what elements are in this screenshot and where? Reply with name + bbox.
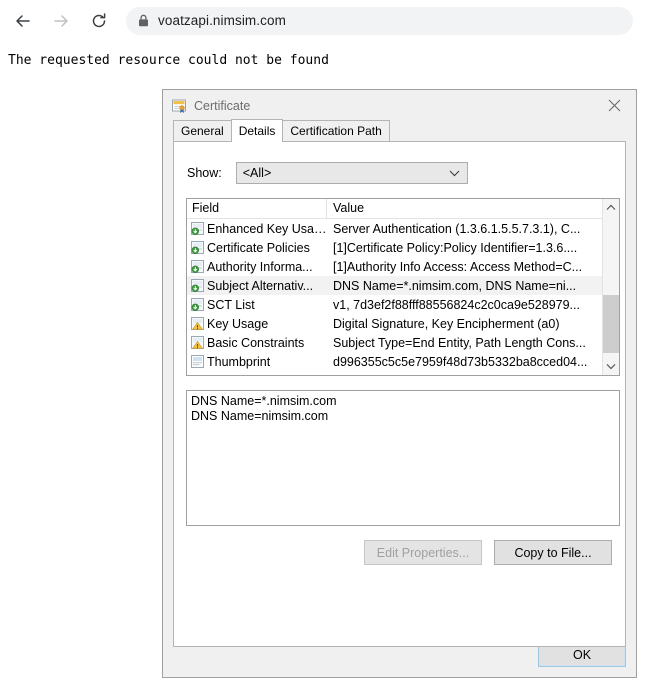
table-row[interactable]: Subject Alternativ... DNS Name=*.nimsim.c… <box>187 276 619 295</box>
show-select[interactable]: <All> <box>235 162 468 184</box>
dialog-title: Certificate <box>194 98 251 113</box>
chevron-down-icon[interactable] <box>603 358 619 375</box>
extension-icon <box>191 241 204 254</box>
row-field-label: Thumbprint <box>207 354 271 369</box>
column-header-value: Value <box>333 201 365 215</box>
row-field-cell: Subject Alternativ... <box>187 279 327 293</box>
table-row[interactable]: Basic Constraints Subject Type=End Entity… <box>187 333 619 352</box>
browser-toolbar: voatzapi.nimsim.com <box>0 0 647 42</box>
row-field-label: Subject Alternativ... <box>207 278 314 293</box>
row-field-cell: Thumbprint <box>187 355 327 369</box>
address-bar[interactable]: voatzapi.nimsim.com <box>126 6 633 35</box>
list-rows: Enhanced Key Usage Server Authentication … <box>187 219 619 371</box>
row-field-cell: Basic Constraints <box>187 336 327 350</box>
row-value-cell: Digital Signature, Key Encipherment (a0) <box>333 316 560 331</box>
row-field-label: SCT List <box>207 297 255 312</box>
row-field-cell: SCT List <box>187 298 327 312</box>
action-button-row: Edit Properties... Copy to File... <box>174 540 612 565</box>
reload-button[interactable] <box>84 6 114 36</box>
chevron-down-icon <box>449 166 460 180</box>
table-row[interactable]: Enhanced Key Usage Server Authentication … <box>187 219 619 238</box>
tab-general[interactable]: General <box>173 120 232 141</box>
row-field-label: Certificate Policies <box>207 240 310 255</box>
scrollbar-thumb[interactable] <box>603 295 619 353</box>
details-tab-panel: Show: <All> Field Value Enhanced Key Usa… <box>173 141 626 647</box>
show-select-value: <All> <box>242 166 272 180</box>
critical-extension-icon <box>191 317 204 330</box>
table-row[interactable]: Key Usage Digital Signature, Key Encipher… <box>187 314 619 333</box>
certificate-field-list[interactable]: Field Value Enhanced Key Usage Server Aut… <box>186 198 620 376</box>
extension-icon <box>191 298 204 311</box>
back-button[interactable] <box>8 6 38 36</box>
table-row[interactable]: Thumbprint d996355c5c5e7959f48d73b5332ba8… <box>187 352 619 371</box>
dialog-titlebar: Certificate <box>163 90 636 121</box>
row-value-cell: [1]Certificate Policy:Policy Identifier=… <box>333 240 578 255</box>
tab-strip: General Details Certification Path <box>173 119 636 142</box>
certificate-dialog: Certificate General Details Certificatio… <box>162 89 637 678</box>
list-header: Field Value <box>187 199 619 219</box>
extension-icon <box>191 279 204 292</box>
edit-properties-button: Edit Properties... <box>364 540 482 565</box>
extension-icon <box>191 222 204 235</box>
table-row[interactable]: SCT List v1, 7d3ef2f88fff88556824c2c0ca9e… <box>187 295 619 314</box>
show-label: Show: <box>187 166 222 180</box>
forward-arrow-icon <box>51 11 71 31</box>
column-header-field: Field <box>187 199 327 218</box>
row-value-cell: d996355c5c5e7959f48d73b5332ba8cced04... <box>333 354 588 369</box>
address-bar-url: voatzapi.nimsim.com <box>158 13 286 28</box>
chevron-up-icon[interactable] <box>603 199 619 216</box>
lock-icon <box>138 14 149 27</box>
back-arrow-icon <box>13 11 33 31</box>
page-body-text: The requested resource could not be foun… <box>8 53 329 68</box>
row-field-label: Key Usage <box>207 316 269 331</box>
row-field-label: Basic Constraints <box>207 335 305 350</box>
critical-extension-icon <box>191 336 204 349</box>
field-detail-value: DNS Name=*.nimsim.com DNS Name=nimsim.co… <box>186 390 620 526</box>
certificate-icon <box>171 98 187 114</box>
tab-certification-path[interactable]: Certification Path <box>282 120 390 141</box>
row-value-cell: Server Authentication (1.3.6.1.5.5.7.3.1… <box>333 221 581 236</box>
show-filter-row: Show: <All> <box>187 162 625 184</box>
copy-to-file-button[interactable]: Copy to File... <box>494 540 612 565</box>
table-row[interactable]: Authority Informa... [1]Authority Info Ac… <box>187 257 619 276</box>
row-value-cell: Subject Type=End Entity, Path Length Con… <box>333 335 586 350</box>
row-value-cell: [1]Authority Info Access: Access Method=… <box>333 259 583 274</box>
property-icon <box>191 355 204 368</box>
tab-details[interactable]: Details <box>230 119 284 142</box>
reload-icon <box>89 11 109 31</box>
extension-icon <box>191 260 204 273</box>
table-row[interactable]: Certificate Policies [1]Certificate Polic… <box>187 238 619 257</box>
close-icon[interactable] <box>592 91 636 121</box>
row-field-cell: Authority Informa... <box>187 260 327 274</box>
row-field-label: Enhanced Key Usage <box>207 221 327 236</box>
row-field-cell: Certificate Policies <box>187 241 327 255</box>
forward-button[interactable] <box>46 6 76 36</box>
row-field-label: Authority Informa... <box>207 259 313 274</box>
row-field-cell: Key Usage <box>187 317 327 331</box>
list-scrollbar[interactable] <box>602 199 619 375</box>
row-field-cell: Enhanced Key Usage <box>187 222 327 236</box>
row-value-cell: v1, 7d3ef2f88fff88556824c2c0ca9e528979..… <box>333 297 580 312</box>
row-value-cell: DNS Name=*.nimsim.com, DNS Name=ni... <box>333 278 577 293</box>
